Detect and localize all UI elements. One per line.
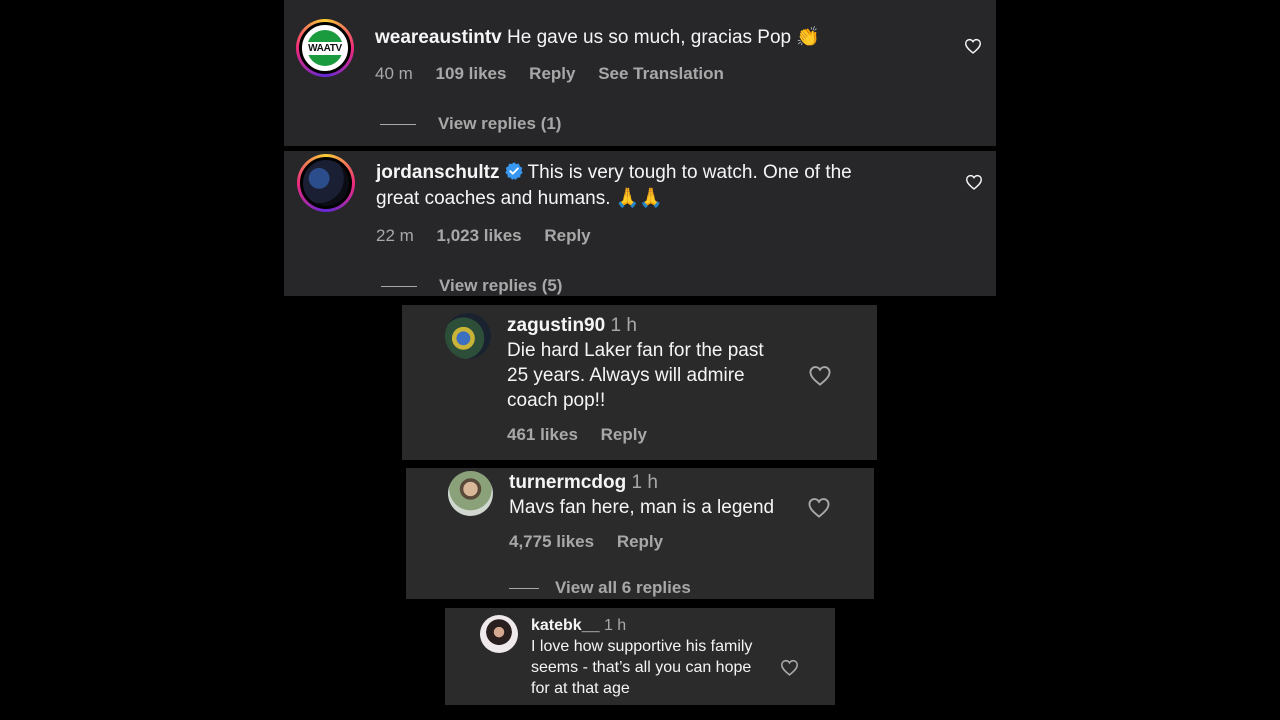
comment-body: Mavs fan here, man is a legend	[509, 497, 775, 518]
comment-body-line-1: Die hard Laker fan for the past	[507, 340, 764, 361]
heart-outline-icon[interactable]	[965, 174, 983, 190]
avatar[interactable]	[448, 471, 493, 516]
avatar[interactable]	[297, 154, 355, 212]
view-replies-label: View replies (1)	[438, 114, 562, 133]
reply-button[interactable]: Reply	[529, 64, 575, 83]
comment-card-weareaustintv: WAATV weareaustintv He gave us so much, …	[284, 0, 996, 146]
comment-card-jordanschultz: jordanschultz This is very tough to watc…	[284, 151, 996, 296]
comment-text: turnermcdog 1 h Mavs fan here, man is a …	[509, 470, 774, 520]
avatar[interactable]	[445, 313, 491, 359]
divider	[509, 587, 539, 589]
likes-count[interactable]: 4,775 likes	[509, 532, 594, 551]
username[interactable]: jordanschultz	[376, 162, 500, 183]
username[interactable]: katebk__	[531, 617, 600, 634]
divider	[381, 285, 417, 287]
avatar[interactable]: WAATV	[296, 19, 354, 77]
heart-outline-icon[interactable]	[780, 659, 799, 676]
comment-text: weareaustintv He gave us so much, gracia…	[375, 25, 820, 51]
view-replies-button[interactable]: View replies (5)	[381, 276, 562, 296]
comment-card-katebk: katebk__ 1 h I love how supportive his f…	[445, 608, 835, 705]
avatar[interactable]	[480, 615, 518, 653]
comment-meta: 22 m 1,023 likes Reply	[376, 226, 609, 246]
comment-text: katebk__ 1 h I love how supportive his f…	[531, 615, 752, 699]
view-replies-button[interactable]: View all 6 replies	[509, 578, 691, 598]
comment-body-line-3: for at that age	[531, 680, 630, 697]
timestamp: 1 h	[610, 315, 637, 336]
timestamp: 40 m	[375, 64, 413, 83]
comment-body: He gave us so much, gracias Pop 👏	[507, 27, 821, 48]
username[interactable]: zagustin90	[507, 315, 605, 336]
divider	[380, 123, 416, 125]
heart-outline-icon[interactable]	[807, 497, 831, 518]
comment-text: jordanschultz This is very tough to watc…	[376, 160, 936, 212]
comment-meta: 4,775 likes Reply	[509, 532, 681, 552]
comment-body-line-1: I love how supportive his family	[531, 638, 753, 655]
view-replies-label: View all 6 replies	[555, 578, 691, 597]
username[interactable]: turnermcdog	[509, 472, 626, 493]
comment-card-turnermcdog: turnermcdog 1 h Mavs fan here, man is a …	[406, 468, 874, 599]
reply-button[interactable]: Reply	[601, 425, 647, 444]
comment-body-line-3: coach pop!!	[507, 390, 606, 411]
comment-meta: 461 likes Reply	[507, 425, 665, 445]
comment-card-zagustin90: zagustin90 1 h Die hard Laker fan for th…	[402, 305, 877, 460]
comment-body-line-2: seems - that’s all you can hope	[531, 659, 752, 676]
likes-count[interactable]: 1,023 likes	[437, 226, 522, 245]
comment-body-line-2: 25 years. Always will admire	[507, 365, 745, 386]
reply-button[interactable]: Reply	[617, 532, 663, 551]
timestamp: 1 h	[631, 472, 658, 493]
see-translation-button[interactable]: See Translation	[598, 64, 724, 83]
comment-body-line-1: This is very tough to watch. One of the	[527, 162, 852, 183]
heart-outline-icon[interactable]	[808, 365, 832, 386]
comment-body-line-2: great coaches and humans. 🙏🙏	[376, 188, 664, 209]
view-replies-label: View replies (5)	[439, 276, 563, 295]
waatv-logo: WAATV	[306, 30, 344, 66]
likes-count[interactable]: 109 likes	[436, 64, 507, 83]
timestamp: 1 h	[603, 617, 627, 634]
comment-meta: 40 m 109 likes Reply See Translation	[375, 64, 742, 84]
verified-badge-icon	[504, 162, 523, 180]
timestamp: 22 m	[376, 226, 414, 245]
comment-text: zagustin90 1 h Die hard Laker fan for th…	[507, 313, 764, 413]
username[interactable]: weareaustintv	[375, 27, 502, 48]
likes-count[interactable]: 461 likes	[507, 425, 578, 444]
heart-outline-icon[interactable]	[964, 38, 982, 54]
reply-button[interactable]: Reply	[544, 226, 590, 245]
view-replies-button[interactable]: View replies (1)	[380, 114, 561, 134]
